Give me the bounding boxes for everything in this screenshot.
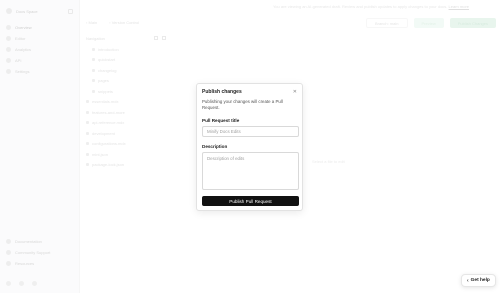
pr-description-textarea[interactable]	[202, 152, 299, 190]
close-icon[interactable]: ✕	[293, 89, 297, 95]
get-help-button[interactable]: ‹ Get help	[461, 274, 496, 287]
modal-header: Publish changes ✕	[202, 89, 297, 95]
get-help-label: Get help	[470, 278, 490, 283]
modal-description: Publishing your changes will create a Pu…	[202, 99, 283, 110]
publish-changes-modal: Publish changes ✕ Publishing your change…	[196, 83, 303, 211]
app-root: Docs Space Overview Editor Analytics API…	[0, 0, 500, 293]
publish-pull-request-button[interactable]: Publish Pull Request	[202, 196, 299, 206]
pr-title-input[interactable]	[202, 126, 299, 137]
pr-description-label: Description	[202, 144, 228, 149]
chevron-left-icon: ‹	[467, 277, 469, 284]
modal-title: Publish changes	[202, 89, 242, 95]
pr-title-label: Pull Request title	[202, 118, 240, 123]
